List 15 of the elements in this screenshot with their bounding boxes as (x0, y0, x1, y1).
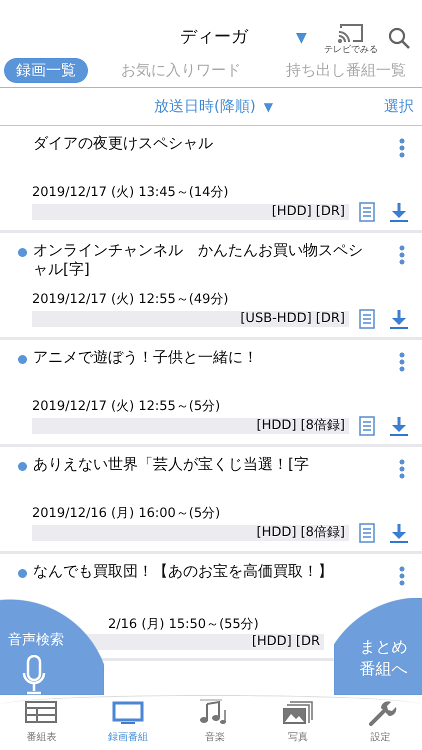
recording-info: [HDD] [DR (252, 634, 320, 650)
recording-title: ダイアの夜更けスペシャル (33, 134, 214, 153)
recording-title: アニメで遊ぼう！子供と一緒に！ (33, 348, 259, 367)
recording-datetime: 2019/12/17 (火) 13:45～(14分) (32, 184, 228, 202)
recording-title: なんでも買取団！【あのお宝を高価買取！】 (33, 562, 334, 581)
recording-datetime: 2/16 (月) 15:50～(55分) (108, 616, 259, 634)
recording-info: [HDD] [DR] (272, 204, 345, 220)
recording-datetime: 2019/12/17 (火) 12:55～(5分) (32, 398, 220, 416)
recording-datetime: 2019/12/16 (月) 16:00～(5分) (32, 504, 220, 522)
recording-info: [USB-HDD] [DR] (240, 311, 345, 327)
recording-info: [HDD] [8倍録] (256, 525, 345, 541)
recording-title: オンラインチャンネル かんたんお買い物スペシャル[字] (33, 241, 364, 278)
recording-title: ありえない世界「芸人が宝くじ当選！[字 (33, 455, 310, 474)
recording-datetime: 2019/12/17 (火) 12:55～(49分) (32, 290, 228, 308)
recording-info: [HDD] [8倍録] (256, 418, 345, 434)
